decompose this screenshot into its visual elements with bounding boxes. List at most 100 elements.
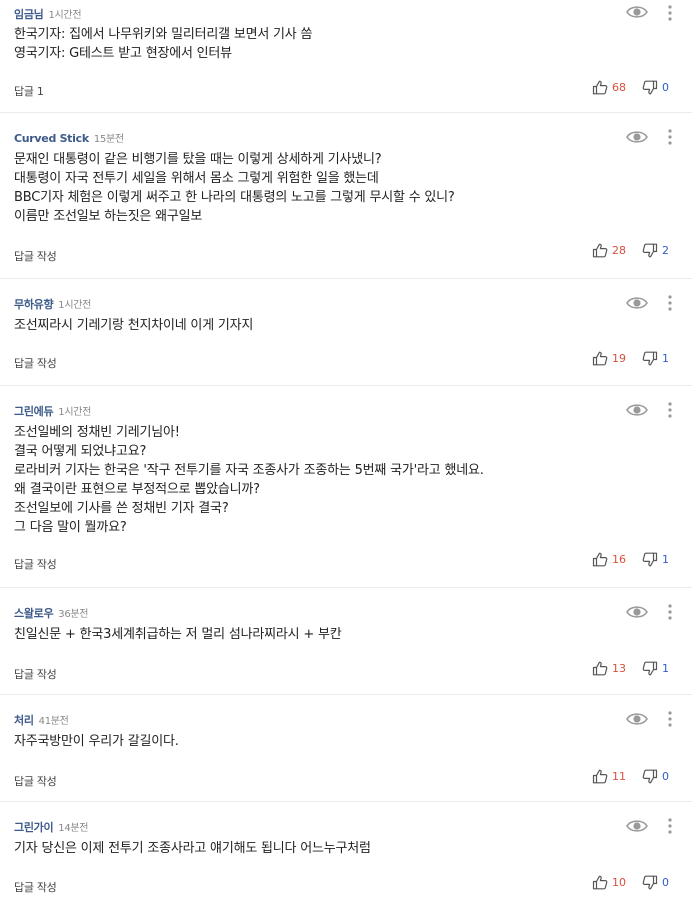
comment-time: 41분전 [38, 716, 69, 727]
comment-item: 스왈로우 36분전 친일신문 + 한국3세계취급하는 저 멀리 섬나라찌라시 + … [0, 588, 692, 695]
dislike-button[interactable]: 1 [642, 661, 669, 676]
comment-item: 무하유향 1시간전 조선찌라시 기레기랑 천지차이네 이게 기자지 답글 작성 1… [0, 279, 692, 386]
dislike-count: 0 [662, 81, 669, 94]
dislike-count: 0 [662, 770, 669, 783]
comment-item: Curved Stick 15분전 문재인 대통령이 같은 비행기를 탔을 때는 … [0, 113, 692, 279]
comment-header: 무하유향 1시간전 [14, 296, 92, 311]
comment-line: 왜 결국이란 표현으로 부정적으로 뽑았습니까? [14, 482, 260, 497]
thumbs-down-icon [642, 80, 658, 95]
thumbs-down-icon [642, 243, 658, 258]
eye-icon[interactable] [626, 129, 648, 145]
eye-icon[interactable] [626, 4, 648, 20]
comment-line: 대통령이 자국 전투기 세일을 위해서 몸소 그렇게 위험한 일을 했는데 [14, 171, 379, 186]
comment-text: 친일신문 + 한국3세계취급하는 저 멀리 섬나라찌라시 + 부칸 [14, 625, 342, 644]
comment-text: 한국기자: 집에서 나무위키와 밀리터리갤 보면서 기사 씀 영국기자: G테스… [14, 25, 312, 63]
like-count: 10 [612, 876, 626, 889]
like-count: 19 [612, 352, 626, 365]
reply-button[interactable]: 답글 작성 [14, 666, 57, 682]
comment-item: 임금님 1시간전 한국기자: 집에서 나무위키와 밀리터리갤 보면서 기사 씀 영… [0, 0, 692, 113]
comment-header: Curved Stick 15분전 [14, 130, 124, 145]
dislike-button[interactable]: 0 [642, 875, 669, 890]
comment-time: 15분전 [93, 134, 124, 145]
comment-line: BBC기자 체험은 이렇게 써주고 한 나라의 대통령의 노고를 그렇게 무시할… [14, 190, 455, 205]
thumbs-down-icon [642, 351, 658, 366]
comment-text: 조선찌라시 기레기랑 천지차이네 이게 기자지 [14, 316, 253, 335]
comment-text: 자주국방만이 우리가 갈길이다. [14, 732, 179, 751]
eye-icon[interactable] [626, 295, 648, 311]
like-button[interactable]: 28 [592, 243, 626, 258]
more-vertical-icon[interactable] [666, 4, 674, 22]
more-vertical-icon[interactable] [666, 401, 674, 419]
more-vertical-icon[interactable] [666, 294, 674, 312]
comment-header: 그린에듀 1시간전 [14, 403, 91, 418]
comment-author[interactable]: 무하유향 [14, 298, 54, 311]
comment-author[interactable]: 그린가이 [14, 821, 54, 834]
eye-icon[interactable] [626, 604, 648, 620]
like-count: 13 [612, 662, 626, 675]
comment-text: 문재인 대통령이 같은 비행기를 탔을 때는 이렇게 상세하게 기사냈니? 대통… [14, 150, 455, 226]
comment-time: 1시간전 [58, 300, 92, 311]
comment-line: 영국기자: G테스트 받고 현장에서 인터뷰 [14, 46, 232, 61]
comment-header: 스왈로우 36분전 [14, 605, 89, 620]
dislike-button[interactable]: 1 [642, 351, 669, 366]
like-count: 16 [612, 553, 626, 566]
comment-list: 임금님 1시간전 한국기자: 집에서 나무위키와 밀리터리갤 보면서 기사 씀 영… [0, 0, 692, 902]
comment-time: 14분전 [58, 823, 89, 834]
eye-icon[interactable] [626, 711, 648, 727]
reply-button[interactable]: 답글 작성 [14, 773, 57, 789]
comment-header: 임금님 1시간전 [14, 6, 82, 21]
thumbs-down-icon [642, 661, 658, 676]
like-button[interactable]: 10 [592, 875, 626, 890]
like-button[interactable]: 13 [592, 661, 626, 676]
thumbs-up-icon [592, 243, 608, 258]
comment-author[interactable]: 임금님 [14, 8, 44, 21]
dislike-count: 1 [662, 662, 669, 675]
more-vertical-icon[interactable] [666, 817, 674, 835]
comment-line: 이름만 조선일보 하는짓은 왜구일보 [14, 209, 203, 224]
comment-item: 그린가이 14분전 기자 당신은 이제 전투기 조종사라고 얘기해도 됩니다 어느… [0, 802, 692, 902]
comment-author[interactable]: 스왈로우 [14, 607, 54, 620]
thumbs-up-icon [592, 661, 608, 676]
thumbs-down-icon [642, 769, 658, 784]
comment-line: 그 다음 말이 뭘까요? [14, 520, 127, 535]
reply-button[interactable]: 답글 작성 [14, 355, 57, 371]
comment-author[interactable]: 그린에듀 [14, 405, 54, 418]
comment-line: 한국기자: 집에서 나무위키와 밀리터리갤 보면서 기사 씀 [14, 27, 313, 42]
comment-header: 그린가이 14분전 [14, 819, 89, 834]
eye-icon[interactable] [626, 402, 648, 418]
more-vertical-icon[interactable] [666, 603, 674, 621]
thumbs-up-icon [592, 80, 608, 95]
comment-line: 자주국방만이 우리가 갈길이다. [14, 734, 179, 749]
thumbs-up-icon [592, 769, 608, 784]
thumbs-up-icon [592, 552, 608, 567]
thumbs-up-icon [592, 351, 608, 366]
like-count: 68 [612, 81, 626, 94]
dislike-button[interactable]: 0 [642, 80, 669, 95]
dislike-count: 2 [662, 244, 669, 257]
comment-header: 처리 41분전 [14, 712, 69, 727]
eye-icon[interactable] [626, 818, 648, 834]
reply-button[interactable]: 답글 작성 [14, 248, 57, 264]
like-button[interactable]: 16 [592, 552, 626, 567]
dislike-button[interactable]: 1 [642, 552, 669, 567]
reply-button[interactable]: 답글 1 [14, 83, 44, 99]
more-vertical-icon[interactable] [666, 128, 674, 146]
comment-line: 로라비커 기자는 한국은 '작구 전투기를 자국 조종사가 조종하는 5번째 국… [14, 463, 484, 478]
reply-button[interactable]: 답글 작성 [14, 556, 57, 572]
reply-button[interactable]: 답글 작성 [14, 879, 57, 895]
like-button[interactable]: 11 [592, 769, 626, 784]
comment-line: 조선일베의 정채빈 기레기님아! [14, 425, 180, 440]
more-vertical-icon[interactable] [666, 710, 674, 728]
comment-author[interactable]: Curved Stick [14, 132, 89, 145]
comment-author[interactable]: 처리 [14, 714, 34, 727]
like-count: 11 [612, 770, 626, 783]
comment-time: 36분전 [58, 609, 89, 620]
like-button[interactable]: 19 [592, 351, 626, 366]
comment-line: 결국 어떻게 되었냐고요? [14, 444, 147, 459]
like-button[interactable]: 68 [592, 80, 626, 95]
thumbs-down-icon [642, 875, 658, 890]
dislike-button[interactable]: 0 [642, 769, 669, 784]
comment-line: 친일신문 + 한국3세계취급하는 저 멀리 섬나라찌라시 + 부칸 [14, 627, 342, 642]
dislike-button[interactable]: 2 [642, 243, 669, 258]
comment-item: 그린에듀 1시간전 조선일베의 정채빈 기레기님아! 결국 어떻게 되었냐고요? … [0, 386, 692, 588]
